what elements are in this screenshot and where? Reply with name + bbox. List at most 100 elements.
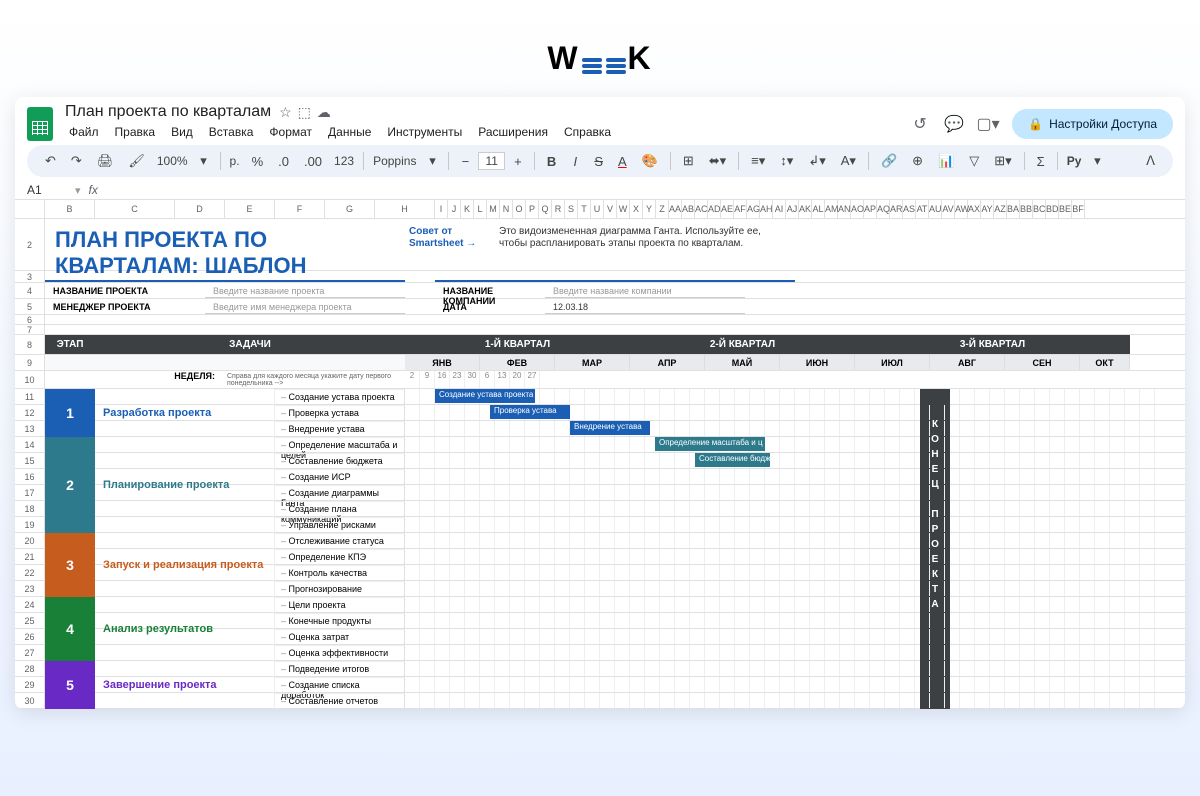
column-header[interactable]: T xyxy=(578,200,591,218)
gantt-cell[interactable] xyxy=(555,389,570,404)
task-cell[interactable]: – Контроль качества xyxy=(275,565,405,580)
gantt-bar[interactable]: Внедрение устава xyxy=(570,421,650,435)
column-header[interactable]: AZ xyxy=(994,200,1007,218)
gantt-cell[interactable] xyxy=(1005,693,1020,708)
column-header[interactable]: AB xyxy=(682,200,695,218)
gantt-cell[interactable] xyxy=(915,661,930,676)
gantt-cell[interactable] xyxy=(435,437,450,452)
task-cell[interactable]: – Создание плана коммуникаций xyxy=(275,501,405,516)
gantt-cell[interactable] xyxy=(405,693,420,708)
gantt-cell[interactable] xyxy=(495,533,510,548)
gantt-cell[interactable] xyxy=(825,421,840,436)
column-header[interactable]: AJ xyxy=(786,200,799,218)
column-header[interactable]: BE xyxy=(1059,200,1072,218)
gantt-cell[interactable] xyxy=(540,549,555,564)
column-header[interactable]: V xyxy=(604,200,617,218)
gantt-cell[interactable] xyxy=(1095,533,1110,548)
gantt-cell[interactable] xyxy=(870,405,885,420)
gantt-cell[interactable] xyxy=(870,437,885,452)
gantt-cell[interactable] xyxy=(1035,501,1050,516)
gantt-cell[interactable] xyxy=(765,629,780,644)
gantt-cell[interactable] xyxy=(405,533,420,548)
row-header[interactable]: 22 xyxy=(15,565,45,580)
gantt-cell[interactable] xyxy=(510,581,525,596)
meta-input[interactable]: Введите название проекта xyxy=(205,283,405,298)
gantt-cell[interactable] xyxy=(765,613,780,628)
gantt-cell[interactable] xyxy=(810,517,825,532)
gantt-cell[interactable] xyxy=(780,565,795,580)
gantt-cell[interactable] xyxy=(1110,453,1125,468)
gantt-cell[interactable] xyxy=(720,501,735,516)
gantt-cell[interactable] xyxy=(405,629,420,644)
column-header[interactable]: AL xyxy=(812,200,825,218)
gantt-cell[interactable] xyxy=(750,581,765,596)
gantt-cell[interactable] xyxy=(600,453,615,468)
gantt-cell[interactable] xyxy=(945,485,960,500)
gantt-cell[interactable] xyxy=(855,389,870,404)
gantt-cell[interactable] xyxy=(660,405,675,420)
gantt-cell[interactable] xyxy=(1035,645,1050,660)
functions-button[interactable]: Σ xyxy=(1031,150,1051,173)
gantt-cell[interactable] xyxy=(480,485,495,500)
gantt-cell[interactable] xyxy=(435,581,450,596)
gantt-cell[interactable] xyxy=(405,549,420,564)
gantt-cell[interactable] xyxy=(900,469,915,484)
gantt-cell[interactable] xyxy=(555,581,570,596)
gantt-cell[interactable] xyxy=(795,645,810,660)
comment-button[interactable]: ⊕ xyxy=(906,149,929,173)
gantt-cell[interactable] xyxy=(705,565,720,580)
gantt-cell[interactable] xyxy=(900,677,915,692)
gantt-cell[interactable] xyxy=(1050,437,1065,452)
gantt-cell[interactable] xyxy=(855,501,870,516)
gantt-cell[interactable] xyxy=(825,661,840,676)
gantt-cell[interactable] xyxy=(1020,485,1035,500)
gantt-cell[interactable] xyxy=(990,549,1005,564)
gantt-cell[interactable] xyxy=(705,533,720,548)
task-cell[interactable]: – Определение масштаба и целей xyxy=(275,437,405,452)
gantt-cell[interactable] xyxy=(900,517,915,532)
gantt-cell[interactable] xyxy=(1005,549,1020,564)
gantt-cell[interactable] xyxy=(1065,645,1080,660)
gantt-cell[interactable] xyxy=(1020,629,1035,644)
gantt-cell[interactable] xyxy=(855,645,870,660)
gantt-cell[interactable] xyxy=(1035,629,1050,644)
gantt-cell[interactable] xyxy=(1050,421,1065,436)
gantt-cell[interactable] xyxy=(540,517,555,532)
gantt-cell[interactable] xyxy=(450,629,465,644)
gantt-cell[interactable] xyxy=(1080,517,1095,532)
gantt-cell[interactable] xyxy=(810,629,825,644)
gantt-cell[interactable] xyxy=(1110,469,1125,484)
gantt-cell[interactable] xyxy=(825,485,840,500)
gantt-cell[interactable] xyxy=(645,693,660,708)
task-cell[interactable]: – Создание устава проекта xyxy=(275,389,405,404)
gantt-cell[interactable] xyxy=(480,613,495,628)
gantt-cell[interactable] xyxy=(1050,629,1065,644)
filter-views-button[interactable]: ⊞▾ xyxy=(988,149,1017,173)
increase-decimal-button[interactable]: .00 xyxy=(298,150,328,173)
gantt-cell[interactable] xyxy=(555,485,570,500)
column-header[interactable]: BF xyxy=(1072,200,1085,218)
gantt-cell[interactable] xyxy=(915,693,930,708)
gantt-cell[interactable] xyxy=(825,469,840,484)
column-header[interactable]: K xyxy=(461,200,474,218)
gantt-cell[interactable] xyxy=(645,501,660,516)
gantt-cell[interactable] xyxy=(1095,469,1110,484)
gantt-cell[interactable] xyxy=(600,517,615,532)
column-header[interactable]: AQ xyxy=(877,200,890,218)
column-header[interactable]: AA xyxy=(669,200,682,218)
gantt-cell[interactable] xyxy=(1035,437,1050,452)
gantt-cell[interactable] xyxy=(1110,533,1125,548)
gantt-cell[interactable] xyxy=(1110,517,1125,532)
gantt-cell[interactable] xyxy=(1080,437,1095,452)
gantt-cell[interactable] xyxy=(675,533,690,548)
gantt-cell[interactable] xyxy=(960,565,975,580)
gantt-cell[interactable] xyxy=(825,629,840,644)
gantt-cell[interactable] xyxy=(885,661,900,676)
gantt-cell[interactable] xyxy=(990,597,1005,612)
gantt-cell[interactable] xyxy=(990,533,1005,548)
gantt-cell[interactable] xyxy=(750,501,765,516)
gantt-cell[interactable] xyxy=(780,597,795,612)
gantt-cell[interactable] xyxy=(585,613,600,628)
gantt-cell[interactable] xyxy=(660,581,675,596)
gantt-cell[interactable] xyxy=(945,517,960,532)
